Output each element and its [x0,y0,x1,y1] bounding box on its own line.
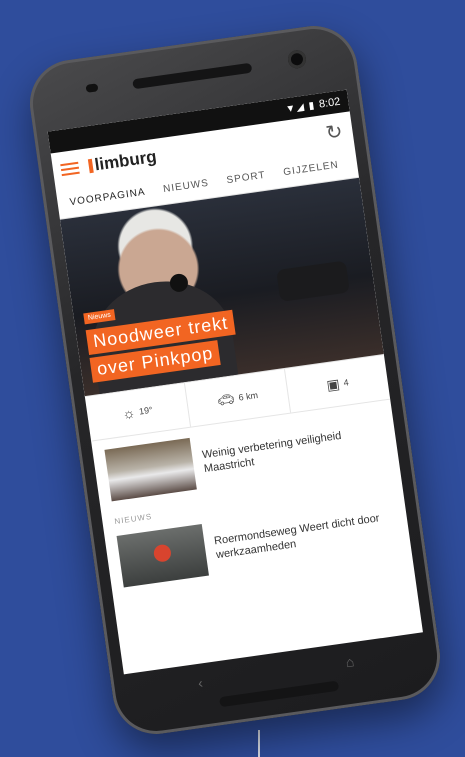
status-time: 8:02 [318,95,342,111]
car-icon: 🚗︎ [215,389,236,409]
camera-value: 4 [342,377,350,388]
category-badge: Nieuws [83,309,116,325]
tab-sport[interactable]: SPORT [226,169,266,185]
hero-photo-camera [276,260,350,302]
tab-gijzelen[interactable]: GIJZELEN [283,159,340,178]
signal-battery-icons: ▼◢ ▮ [284,99,316,115]
news-thumbnail [116,524,209,588]
news-thumbnail [104,437,197,502]
weather-value: 19° [138,404,154,417]
news-title: Roermondseweg Weert dicht door werkzaamh… [213,512,381,562]
logo-text: limburg [93,146,158,175]
hamburger-menu-icon[interactable] [60,161,80,177]
sun-icon: ☼ [121,404,137,422]
stand-stem [258,730,260,757]
phone-device: ▼◢ ▮ 8:02 limburg ↻ VOORPAGINA NIEUWS SP… [24,20,446,740]
proximity-sensor [85,83,99,93]
logo-mark-icon [87,158,94,174]
news-title: Weinig verbetering veiligheid Maastricht [201,429,343,476]
front-camera [286,49,308,70]
tab-voorpagina[interactable]: VOORPAGINA [69,186,146,208]
tab-nieuws[interactable]: NIEUWS [162,177,209,194]
back-icon[interactable]: ‹ [197,675,204,691]
refresh-icon[interactable]: ↻ [324,119,344,146]
app-logo[interactable]: limburg [87,146,158,176]
traffic-value: 6 km [237,390,259,403]
home-icon[interactable]: ⌂ [345,653,356,670]
phone-screen: ▼◢ ▮ 8:02 limburg ↻ VOORPAGINA NIEUWS SP… [47,89,423,675]
camera-icon: ▣ [325,375,341,393]
top-speaker [132,62,253,90]
